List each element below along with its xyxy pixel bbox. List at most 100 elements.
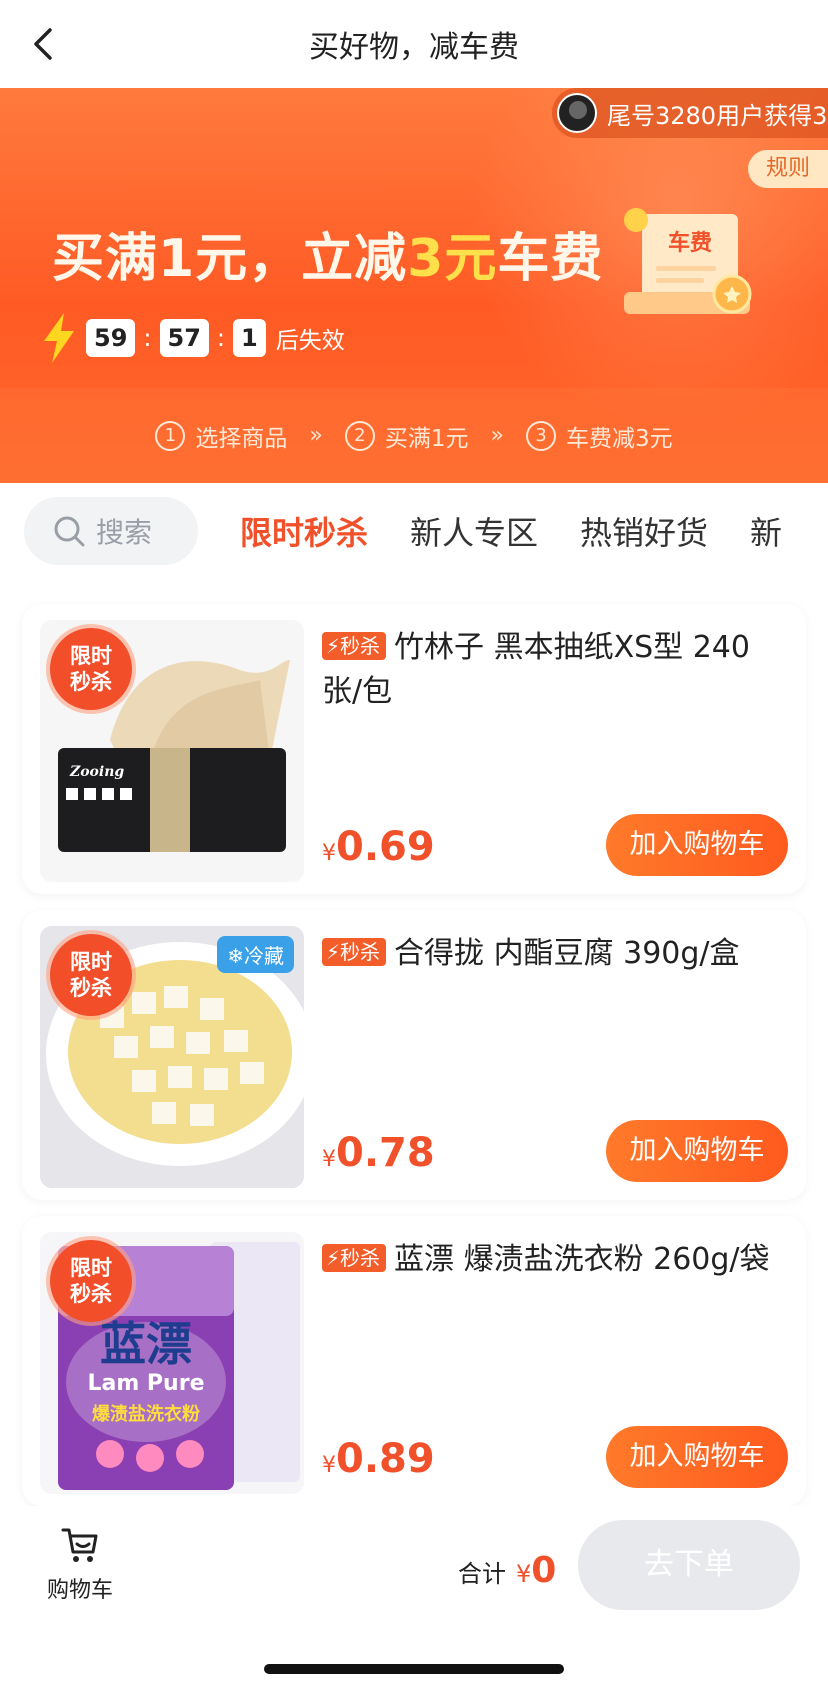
- step-arrow-icon: »: [309, 423, 323, 448]
- product-info: ⚡秒杀 竹林子 黑本抽纸XS型 240张/包: [322, 626, 788, 714]
- badge-line: 秒杀: [70, 670, 112, 694]
- product-info: ⚡秒杀 合得拢 内酯豆腐 390g/盒: [322, 932, 788, 976]
- currency-symbol: ¥: [322, 841, 336, 866]
- step-item: 3 车费减3元: [525, 419, 673, 453]
- timer-seconds: 57: [159, 319, 209, 357]
- step-item: 1 选择商品: [155, 419, 287, 453]
- product-info: ⚡秒杀 蓝漂 爆渍盐洗衣粉 260g/袋: [322, 1238, 788, 1282]
- detergent-brand-en: Lam Pure: [87, 1371, 204, 1396]
- product-list: Zooing 限时 秒杀 ⚡秒杀 竹林子 黑本抽纸XS型 240张/包 ¥0.69…: [0, 590, 828, 1506]
- bolt-glyph: ⚡: [326, 634, 341, 658]
- tissue-brand: Zooing: [69, 764, 124, 780]
- bottom-bar: 购物车 合计 ¥ 0 去下单: [0, 1506, 828, 1626]
- tab-flash-sale[interactable]: 限时秒杀: [240, 508, 368, 554]
- product-price: ¥0.69: [322, 824, 435, 870]
- cart-label: 购物车: [46, 1578, 113, 1603]
- step-label: 买满1元: [384, 425, 469, 452]
- total-label: 合计: [458, 1560, 506, 1588]
- seckill-tag-label: 秒杀: [340, 1246, 381, 1270]
- step-number: 2: [344, 420, 375, 451]
- step-label: 选择商品: [195, 425, 288, 452]
- category-tabs: 搜索 限时秒杀 新人专区 热销好货 新: [0, 483, 828, 579]
- top-nav-bar: 买好物，减车费: [0, 0, 828, 88]
- product-name: ⚡秒杀 合得拢 内酯豆腐 390g/盒: [322, 932, 788, 976]
- promo-banner: 尾号3280用户获得3 规则 买满1元，立减3元车费 车费 59 : 57 : …: [0, 88, 828, 483]
- search-button[interactable]: 搜索: [24, 497, 198, 565]
- ticker-text: 尾号3280用户获得3: [607, 101, 828, 130]
- product-title: 蓝漂 爆渍盐洗衣粉 260g/袋: [394, 1242, 770, 1277]
- badge-line: 秒杀: [70, 1282, 112, 1306]
- currency-symbol: ¥: [322, 1453, 336, 1478]
- product-image-tofu[interactable]: 限时 秒杀 ❄冷藏: [40, 926, 304, 1188]
- lightning-icon: [44, 313, 74, 363]
- headline-text-end: 车费: [497, 229, 604, 289]
- search-placeholder: 搜索: [96, 516, 153, 549]
- timer-tenths: 1: [233, 319, 266, 357]
- timer-separator: :: [143, 324, 152, 352]
- product-title: 竹林子 黑本抽纸XS型 240张/包: [322, 630, 750, 709]
- seckill-tag: ⚡秒杀: [322, 938, 387, 966]
- badge-line: 限时: [70, 950, 112, 974]
- refrigerated-tag: ❄冷藏: [217, 936, 294, 973]
- badge-line: 秒杀: [70, 976, 112, 1000]
- avatar: [557, 93, 597, 133]
- flash-sale-badge: 限时 秒杀: [50, 1240, 132, 1322]
- bolt-glyph: ⚡: [326, 940, 341, 964]
- product-name: ⚡秒杀 蓝漂 爆渍盐洗衣粉 260g/袋: [322, 1238, 788, 1282]
- seckill-tag-label: 秒杀: [340, 634, 381, 658]
- checkout-button[interactable]: 去下单: [578, 1520, 800, 1610]
- timer-minutes: 59: [86, 319, 136, 357]
- step-label: 车费减3元: [565, 425, 673, 452]
- product-price: ¥0.89: [322, 1436, 435, 1482]
- product-price: ¥0.78: [322, 1130, 435, 1176]
- step-item: 2 买满1元: [344, 419, 469, 453]
- step-arrow-icon: »: [490, 423, 504, 448]
- add-to-cart-button[interactable]: 加入购物车: [606, 1426, 788, 1488]
- step-number: 1: [155, 420, 186, 451]
- seckill-tag: ⚡秒杀: [322, 632, 387, 660]
- rules-button[interactable]: 规则: [748, 150, 828, 188]
- add-to-cart-button[interactable]: 加入购物车: [606, 814, 788, 876]
- tab-hot-goods[interactable]: 热销好货: [580, 508, 708, 554]
- winner-ticker: 尾号3280用户获得3: [552, 88, 828, 138]
- product-name: ⚡秒杀 竹林子 黑本抽纸XS型 240张/包: [322, 626, 788, 714]
- product-card[interactable]: 限时 秒杀 ❄冷藏 ⚡秒杀 合得拢 内酯豆腐 390g/盒 ¥0.78 加入购物车: [22, 910, 806, 1200]
- step-number: 3: [525, 420, 556, 451]
- headline-highlight: 3元: [407, 229, 498, 289]
- steps-bar: 1 选择商品 » 2 买满1元 » 3 车费减3元: [0, 388, 828, 483]
- seckill-tag-label: 秒杀: [340, 940, 381, 964]
- flash-sale-badge: 限时 秒杀: [50, 934, 132, 1016]
- product-card[interactable]: 蓝漂 Lam Pure 爆渍盐洗衣粉 限时 秒杀 ⚡秒杀 蓝漂 爆渍盐洗衣粉 26…: [22, 1216, 806, 1506]
- product-title: 合得拢 内酯豆腐 390g/盒: [394, 936, 740, 971]
- search-icon: [54, 516, 85, 547]
- product-card[interactable]: Zooing 限时 秒杀 ⚡秒杀 竹林子 黑本抽纸XS型 240张/包 ¥0.69…: [22, 604, 806, 894]
- detergent-sub: 爆渍盐洗衣粉: [92, 1403, 200, 1425]
- cart-icon: [61, 1528, 98, 1562]
- bolt-glyph: ⚡: [326, 1246, 341, 1270]
- currency-symbol: ¥: [516, 1560, 532, 1588]
- cart-button[interactable]: 购物车: [40, 1524, 120, 1604]
- timer-suffix: 后失效: [275, 328, 345, 354]
- badge-line: 限时: [70, 1256, 112, 1280]
- bill-label: 车费: [668, 230, 712, 256]
- countdown-timer: 59 : 57 : 1 后失效: [40, 313, 345, 363]
- add-to-cart-button[interactable]: 加入购物车: [606, 1120, 788, 1182]
- total-amount: 0: [531, 1550, 557, 1591]
- price-value: 0.69: [336, 824, 435, 870]
- tab-new-user[interactable]: 新人专区: [410, 508, 538, 554]
- badge-line: 限时: [70, 644, 112, 668]
- price-value: 0.78: [336, 1130, 435, 1176]
- product-image-tissue[interactable]: Zooing 限时 秒杀: [40, 620, 304, 882]
- promo-headline: 买满1元，立减3元车费: [52, 216, 603, 291]
- detergent-brand-cn: 蓝漂: [100, 1317, 192, 1371]
- headline-text: 买满1元，立减: [52, 229, 408, 289]
- seckill-tag: ⚡秒杀: [322, 1244, 387, 1272]
- price-value: 0.89: [336, 1436, 435, 1482]
- home-indicator: [264, 1664, 564, 1674]
- timer-separator: :: [216, 324, 225, 352]
- page-title: 买好物，减车费: [309, 30, 519, 65]
- flash-sale-badge: 限时 秒杀: [50, 628, 132, 710]
- tab-more[interactable]: 新: [750, 508, 782, 554]
- currency-symbol: ¥: [322, 1147, 336, 1172]
- product-image-detergent[interactable]: 蓝漂 Lam Pure 爆渍盐洗衣粉 限时 秒杀: [40, 1232, 304, 1494]
